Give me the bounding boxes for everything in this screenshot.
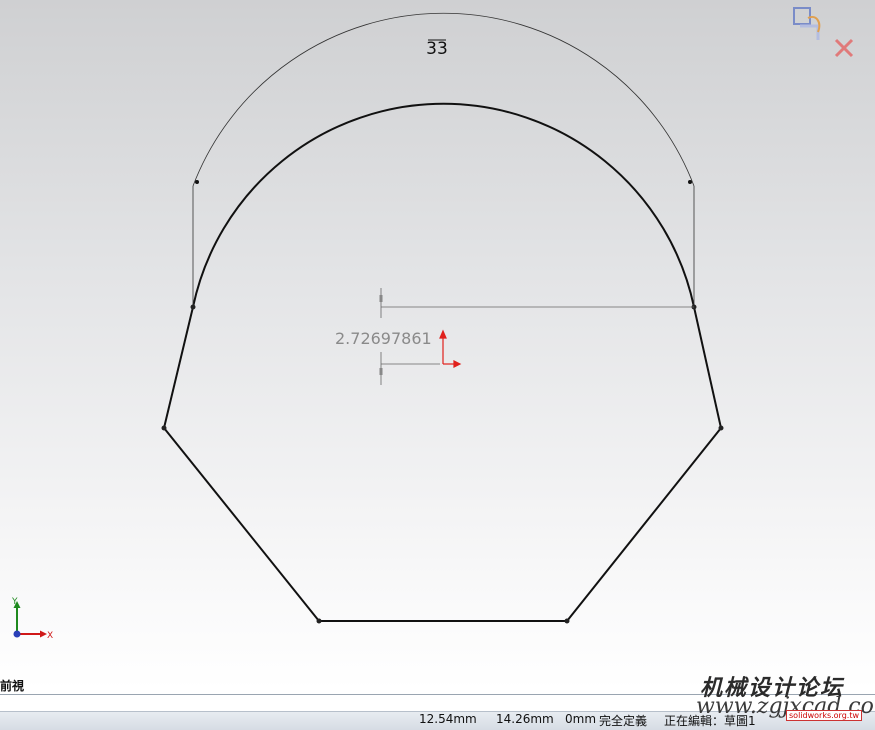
sketch-point[interactable]: [161, 425, 167, 431]
triad-x-label: X: [47, 631, 53, 641]
sketch-exit-icon[interactable]: [793, 7, 821, 40]
origin-x-arrow: [453, 360, 462, 368]
arc-length-value[interactable]: 33: [426, 39, 448, 59]
vertical-dimension-value[interactable]: 2.72697861: [335, 329, 432, 348]
reference-triad: Y X: [11, 597, 53, 641]
triad-origin: [13, 630, 21, 638]
status-x-coordinate: 12.54mm: [419, 712, 477, 726]
arrow-bottom: [379, 368, 383, 375]
status-editing: 正在編輯：草圖1: [664, 714, 756, 728]
arrow-top: [379, 295, 383, 302]
graphics-area[interactable]: 33 2.72697861 Y X: [0, 0, 875, 690]
sketch-point[interactable]: [190, 304, 196, 310]
triad-x-arrow: [40, 630, 47, 638]
sketch-line-right-lower[interactable]: [566, 427, 722, 622]
cancel-icon[interactable]: [834, 38, 854, 58]
confirmation-corner: [788, 4, 868, 64]
view-orientation-label: 前視: [0, 679, 25, 693]
sketch-origin[interactable]: [439, 329, 462, 368]
triad-y-label: Y: [11, 597, 18, 607]
sketch-line-left-upper[interactable]: [163, 306, 194, 429]
arrow-left: [195, 180, 199, 184]
status-bar: 12.54mm 14.26mm 0mm 完全定義 正在編輯：草圖1: [0, 694, 875, 730]
status-constraint: 完全定義: [599, 714, 648, 728]
arrow-right: [688, 180, 692, 184]
sketch-point[interactable]: [718, 425, 724, 431]
sketch-line-right-upper[interactable]: [693, 306, 722, 429]
origin-y-arrow: [439, 329, 447, 339]
sketch-arc[interactable]: [192, 102, 695, 308]
sketch-point[interactable]: [316, 618, 322, 624]
status-z-coordinate: 0mm: [565, 712, 597, 726]
sketch-line-left-lower[interactable]: [163, 427, 320, 622]
sketch-point[interactable]: [564, 618, 570, 624]
sketch-canvas[interactable]: 33 2.72697861 Y X: [0, 0, 875, 690]
status-y-coordinate: 14.26mm: [496, 712, 554, 726]
